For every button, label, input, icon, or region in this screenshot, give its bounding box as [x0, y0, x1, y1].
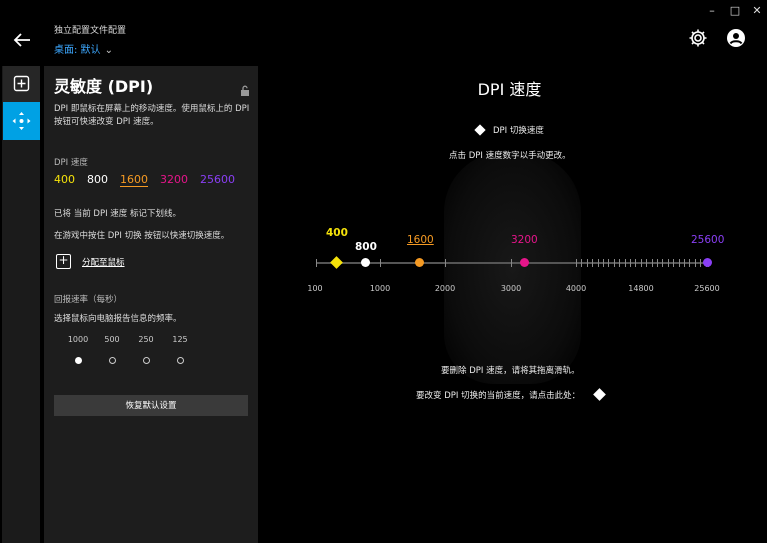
- axis-label: 4000: [565, 284, 587, 293]
- slider-tick: [603, 259, 604, 267]
- dpi-level-800[interactable]: 800: [87, 173, 108, 186]
- slider-tick: [445, 259, 446, 267]
- slider-tick: [667, 259, 669, 267]
- panel-description: DPI 即鼠标在屏幕上的移动速度。使用鼠标上的 DPI 按钮可快速改变 DPI …: [54, 104, 250, 127]
- main-title: DPI 速度: [0, 76, 767, 100]
- mouse-silhouette: [444, 152, 581, 384]
- slider-tick: [646, 259, 648, 267]
- shift-diamond-icon: [474, 124, 486, 136]
- dpi-level-25600[interactable]: 25600: [200, 173, 235, 186]
- reset-defaults-button[interactable]: 恢复默认设置: [54, 395, 248, 416]
- marked-note: 已将 当前 DPI 速度 标记下划线。: [54, 209, 181, 219]
- slider-tick: [694, 259, 696, 267]
- slider-tick: [657, 259, 658, 267]
- marker-label-3200[interactable]: 3200: [511, 234, 538, 246]
- marker-3200[interactable]: [520, 258, 529, 267]
- shift-note: 在游戏中按住 DPI 切换 按钮以快速切换速度。: [54, 231, 230, 241]
- slider-tick: [511, 259, 512, 267]
- shift-legend: DPI 切换速度: [493, 126, 544, 136]
- slider-tick: [613, 259, 615, 267]
- back-arrow-icon[interactable]: [10, 30, 34, 50]
- profile-name: 桌面: 默认: [54, 45, 101, 56]
- profile-selector[interactable]: 桌面: 默认 ⌄: [54, 41, 113, 56]
- marker-label-1600[interactable]: 1600: [407, 234, 434, 246]
- rate-label: 125: [172, 335, 188, 344]
- slider-tick: [316, 259, 317, 267]
- radio-selected[interactable]: [74, 357, 82, 364]
- radio[interactable]: [176, 357, 184, 364]
- rate-label: 500: [104, 335, 120, 344]
- marker-label-25600[interactable]: 25600: [691, 234, 724, 246]
- marker-1600[interactable]: [415, 258, 424, 267]
- axis-label: 100: [307, 284, 323, 293]
- report-rate-125[interactable]: 125: [163, 335, 197, 364]
- dpi-slider-track[interactable]: [316, 262, 709, 264]
- maximize-button[interactable]: □: [727, 4, 743, 17]
- slider-tick: [700, 259, 702, 267]
- slider-tick: [581, 259, 583, 267]
- report-rate-description: 选择鼠标向电脑报告信息的频率。: [54, 314, 182, 324]
- gear-icon[interactable]: [688, 28, 708, 48]
- report-rate-1000[interactable]: 1000: [61, 335, 95, 364]
- section-title: 独立配置文件配置: [54, 26, 127, 36]
- slider-tick: [619, 259, 621, 267]
- marker-25600[interactable]: [703, 258, 712, 267]
- radio[interactable]: [142, 357, 150, 364]
- report-rate-options: 1000 500 250 125: [61, 335, 197, 364]
- dpi-speed-label: DPI 速度: [54, 158, 88, 168]
- slider-tick: [624, 259, 626, 267]
- minimize-button[interactable]: –: [704, 4, 720, 17]
- slider-tick: [576, 259, 577, 267]
- marker-label-800[interactable]: 800: [355, 241, 377, 253]
- slider-tick: [662, 259, 664, 267]
- dpi-level-1600[interactable]: 1600: [120, 173, 148, 186]
- axis-label: 14800: [628, 284, 654, 293]
- slider-tick: [586, 259, 588, 267]
- slider-tick: [597, 259, 599, 267]
- remove-hint: 要删除 DPI 速度，请将其拖离滑轨。: [441, 366, 580, 376]
- chevron-down-icon: ⌄: [104, 45, 113, 56]
- slider-tick: [380, 259, 381, 267]
- report-rate-500[interactable]: 500: [95, 335, 129, 364]
- click-hint: 点击 DPI 速度数字以手动更改。: [449, 151, 571, 161]
- slider-tick: [684, 259, 685, 267]
- marker-label-400[interactable]: 400: [326, 227, 348, 239]
- close-button[interactable]: ✕: [749, 4, 765, 17]
- axis-label: 25600: [694, 284, 720, 293]
- change-hint: 要改变 DPI 切换的当前速度，请点击此处：: [416, 391, 581, 401]
- radio[interactable]: [108, 357, 116, 364]
- main-title-text: DPI 速度: [477, 80, 542, 99]
- axis-label: 3000: [500, 284, 522, 293]
- change-shift-diamond-button[interactable]: [593, 388, 606, 401]
- slider-tick: [592, 259, 594, 267]
- slider-tick: [640, 259, 642, 267]
- slider-tick: [673, 259, 675, 267]
- marker-400-diamond[interactable]: [330, 256, 343, 269]
- axis-label: 1000: [369, 284, 391, 293]
- axis-label: 2000: [434, 284, 456, 293]
- assign-to-mouse-link[interactable]: 分配至鼠标: [82, 256, 125, 268]
- slider-tick: [689, 259, 691, 267]
- nav-dpi-button[interactable]: [3, 102, 40, 140]
- slider-tick: [630, 259, 631, 267]
- dpi-level-400[interactable]: 400: [54, 173, 75, 186]
- dpi-level-list: 400 800 1600 3200 25600: [54, 173, 235, 186]
- marker-800[interactable]: [361, 258, 370, 267]
- slider-tick: [651, 259, 653, 267]
- dpi-move-icon: [12, 112, 31, 130]
- rate-label: 1000: [67, 335, 89, 344]
- rate-label: 250: [138, 335, 154, 344]
- slider-tick: [678, 259, 680, 267]
- report-rate-label: 回报速率（每秒）: [54, 295, 123, 305]
- slider-tick: [635, 259, 637, 267]
- account-icon[interactable]: [726, 28, 746, 48]
- dpi-level-3200[interactable]: 3200: [160, 173, 188, 186]
- report-rate-250[interactable]: 250: [129, 335, 163, 364]
- slider-tick: [608, 259, 610, 267]
- assign-plus-icon[interactable]: +: [56, 254, 71, 269]
